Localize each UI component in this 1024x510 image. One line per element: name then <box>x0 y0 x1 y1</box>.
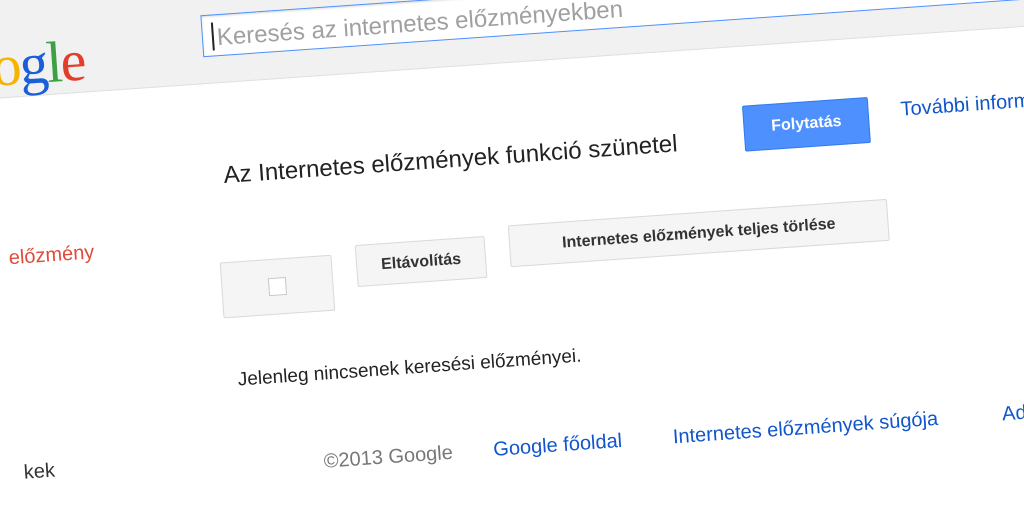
footer-extra-link[interactable]: Ad <box>1001 402 1024 427</box>
no-history-message: Jelenleg nincsenek keresési előzményei. <box>237 345 583 391</box>
sidebar-item-history[interactable]: előzmény <box>8 241 95 270</box>
history-paused-text: Az Internetes előzmények funkció szünete… <box>222 130 679 190</box>
sidebar-item-other[interactable]: kek <box>23 460 56 485</box>
footer-home-link[interactable]: Google főoldal <box>493 430 623 462</box>
resume-button[interactable]: Folytatás <box>741 96 871 152</box>
select-all-checkbox-button[interactable] <box>219 254 336 319</box>
checkbox-icon[interactable] <box>267 276 288 297</box>
footer-copyright: ©2013 Google <box>323 441 454 473</box>
footer-help-link[interactable]: Internetes előzmények súgója <box>672 408 939 449</box>
page: oogle előzmény kek Az Internetes előzmén… <box>0 0 1024 509</box>
delete-all-history-button[interactable]: Internetes előzmények teljes törlése <box>507 198 890 268</box>
google-logo[interactable]: oogle <box>0 28 86 99</box>
remove-button[interactable]: Eltávolítás <box>354 236 488 287</box>
more-info-link[interactable]: További információ <box>900 87 1024 122</box>
